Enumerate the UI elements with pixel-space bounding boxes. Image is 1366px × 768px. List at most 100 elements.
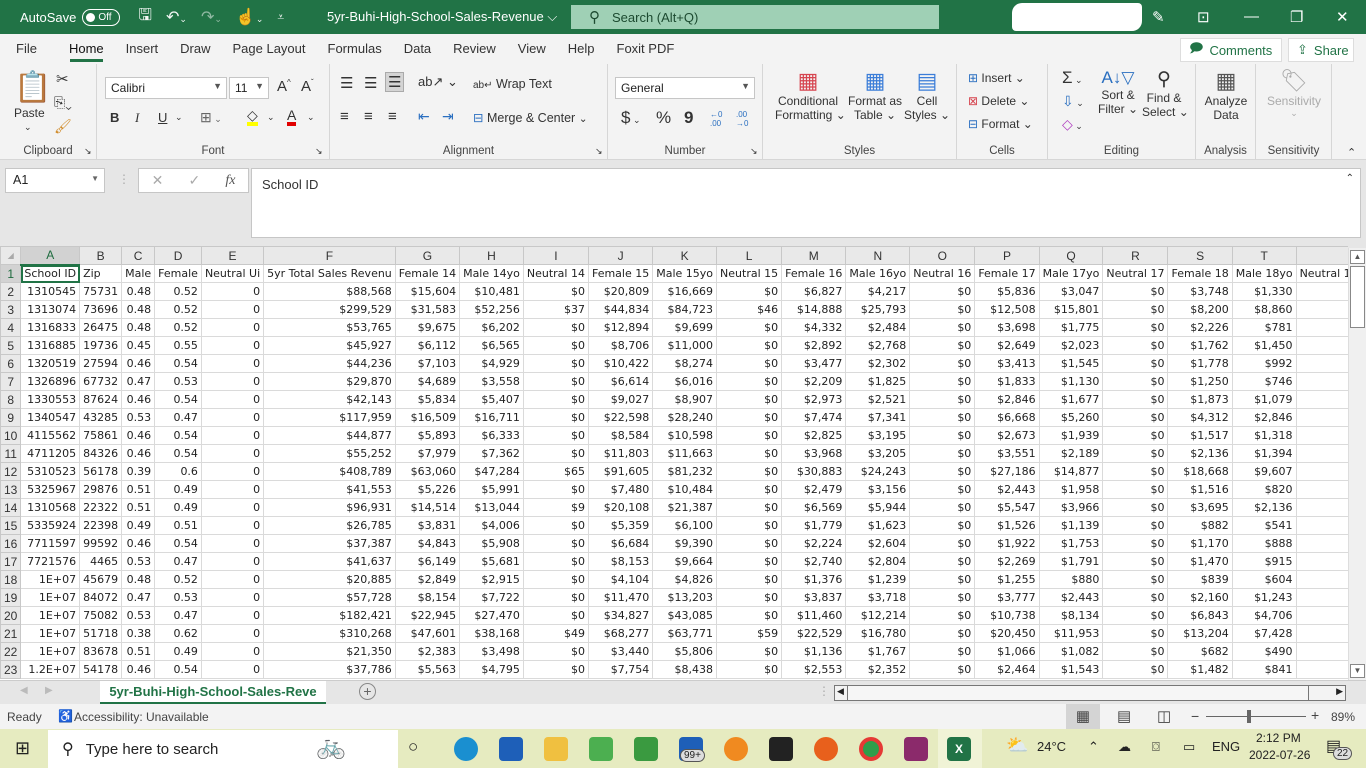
cell-p2[interactable]: $5,836 — [974, 282, 1040, 301]
cell-s22[interactable]: $682 — [1167, 642, 1233, 661]
cell-g1[interactable]: Female 14 — [394, 264, 461, 283]
cell-e12[interactable]: 0 — [200, 462, 265, 481]
cell-styles-button[interactable]: ▤ Cell Styles ⌄ — [904, 68, 950, 122]
cell-m6[interactable]: $3,477 — [781, 354, 847, 373]
cell-i15[interactable]: $0 — [522, 516, 589, 535]
windows-start-icon[interactable]: ⊞ — [15, 738, 30, 759]
cell-e16[interactable]: 0 — [200, 534, 265, 553]
cell-h3[interactable]: $52,256 — [459, 300, 524, 319]
accessibility-icon[interactable]: ♿ — [58, 709, 73, 723]
cell-e6[interactable]: 0 — [200, 354, 265, 373]
cell-k1[interactable]: Male 15yo — [652, 264, 718, 283]
chrome-icon[interactable] — [859, 737, 883, 761]
cell-b8[interactable]: 87624 — [79, 390, 123, 409]
fill-color-chevron-icon[interactable]: ⌄ — [267, 112, 275, 123]
cell-o1[interactable]: Neutral 16 — [909, 264, 976, 283]
cell-m23[interactable]: $2,553 — [781, 660, 847, 679]
cell-u1[interactable]: Neutral 18yo 5yr To — [1295, 264, 1348, 283]
cell-i10[interactable]: $0 — [522, 426, 589, 445]
row-header[interactable]: 1 — [0, 264, 22, 283]
cell-t12[interactable]: $9,607 — [1231, 462, 1297, 481]
cell-l1[interactable]: Neutral 15 — [716, 264, 783, 283]
autosave-toggle[interactable]: Off — [82, 8, 121, 26]
cell-a12[interactable]: 5310523 — [20, 462, 81, 481]
cell-k19[interactable]: $13,203 — [652, 588, 718, 607]
cell-b7[interactable]: 67732 — [79, 372, 123, 391]
cell-e22[interactable]: 0 — [200, 642, 265, 661]
cell-e20[interactable]: 0 — [200, 606, 265, 625]
cell-k10[interactable]: $10,598 — [652, 426, 718, 445]
cell-p5[interactable]: $2,649 — [974, 336, 1040, 355]
cell-l3[interactable]: $46 — [716, 300, 783, 319]
cell-a20[interactable]: 1E+07 — [20, 606, 81, 625]
cell-j9[interactable]: $22,598 — [587, 408, 654, 427]
cell-q16[interactable]: $1,753 — [1038, 534, 1104, 553]
cell-s14[interactable]: $3,695 — [1167, 498, 1233, 517]
column-header-a[interactable]: A — [20, 246, 81, 266]
cell-h6[interactable]: $4,929 — [459, 354, 524, 373]
cell-n9[interactable]: $7,341 — [845, 408, 911, 427]
cell-u14[interactable]: $0 — [1295, 498, 1348, 517]
cell-c6[interactable]: 0.46 — [121, 354, 156, 373]
font-color-chevron-icon[interactable]: ⌄ — [307, 112, 315, 123]
cell-p11[interactable]: $3,551 — [974, 444, 1040, 463]
cell-i22[interactable]: $0 — [522, 642, 589, 661]
zoom-out-button[interactable]: − — [1191, 708, 1199, 724]
clock-time[interactable]: 2:12 PM — [1256, 731, 1301, 745]
cell-t2[interactable]: $1,330 — [1231, 282, 1297, 301]
cell-j23[interactable]: $7,754 — [587, 660, 654, 679]
cell-n18[interactable]: $1,239 — [845, 570, 911, 589]
cell-d15[interactable]: 0.51 — [154, 516, 202, 535]
insert-cells-button[interactable]: ⊞ Insert ⌄ — [968, 71, 1025, 85]
cell-a22[interactable]: 1E+07 — [20, 642, 81, 661]
cell-o6[interactable]: $0 — [909, 354, 976, 373]
cell-g14[interactable]: $14,514 — [394, 498, 461, 517]
vertical-scroll-thumb[interactable] — [1350, 266, 1365, 328]
cell-l13[interactable]: $0 — [716, 480, 783, 499]
cell-c1[interactable]: Male — [121, 264, 156, 283]
cell-j5[interactable]: $8,706 — [587, 336, 654, 355]
cell-i2[interactable]: $0 — [522, 282, 589, 301]
font-size-select[interactable]: 11 ▼ — [229, 77, 269, 99]
horizontal-scrollbar[interactable]: ◀ ▶ — [834, 685, 1346, 701]
font-launcher-icon[interactable]: ↘ — [315, 146, 323, 157]
format-as-table-button[interactable]: ▦ Format as Table ⌄ — [847, 68, 903, 122]
cell-m20[interactable]: $11,460 — [781, 606, 847, 625]
cell-c2[interactable]: 0.48 — [121, 282, 156, 301]
cell-h17[interactable]: $5,681 — [459, 552, 524, 571]
cell-a17[interactable]: 7721576 — [20, 552, 81, 571]
cell-h23[interactable]: $4,795 — [459, 660, 524, 679]
cell-r19[interactable]: $0 — [1102, 588, 1169, 607]
cell-c7[interactable]: 0.47 — [121, 372, 156, 391]
cell-c8[interactable]: 0.46 — [121, 390, 156, 409]
cell-l2[interactable]: $0 — [716, 282, 783, 301]
cell-e8[interactable]: 0 — [200, 390, 265, 409]
cell-u10[interactable]: $0 — [1295, 426, 1348, 445]
decrease-indent-icon[interactable]: ⇤ — [418, 108, 430, 125]
zoom-in-button[interactable]: + — [1311, 707, 1319, 723]
cell-o18[interactable]: $0 — [909, 570, 976, 589]
cell-n12[interactable]: $24,243 — [845, 462, 911, 481]
cell-q5[interactable]: $2,023 — [1038, 336, 1104, 355]
column-header-t[interactable]: T — [1231, 246, 1297, 265]
align-left-icon[interactable]: ≡ — [340, 108, 349, 125]
cell-n13[interactable]: $3,156 — [845, 480, 911, 499]
cell-s11[interactable]: $2,136 — [1167, 444, 1233, 463]
cell-j11[interactable]: $11,803 — [587, 444, 654, 463]
cell-u17[interactable]: $0 — [1295, 552, 1348, 571]
cell-p7[interactable]: $1,833 — [974, 372, 1040, 391]
cell-f23[interactable]: $37,786 — [263, 660, 396, 679]
align-top-icon[interactable]: ☰ — [340, 74, 353, 92]
cell-m8[interactable]: $2,973 — [781, 390, 847, 409]
cell-i1[interactable]: Neutral 14 — [522, 264, 589, 283]
cell-m7[interactable]: $2,209 — [781, 372, 847, 391]
cell-t5[interactable]: $1,450 — [1231, 336, 1297, 355]
cell-s13[interactable]: $1,516 — [1167, 480, 1233, 499]
cell-u8[interactable]: $0 — [1295, 390, 1348, 409]
font-color-icon[interactable]: A — [287, 108, 297, 126]
cell-f14[interactable]: $96,931 — [263, 498, 396, 517]
currency-button[interactable]: $ ⌄ — [621, 108, 641, 128]
column-header-k[interactable]: K — [652, 246, 718, 265]
cell-m14[interactable]: $6,569 — [781, 498, 847, 517]
cell-s12[interactable]: $18,668 — [1167, 462, 1233, 481]
